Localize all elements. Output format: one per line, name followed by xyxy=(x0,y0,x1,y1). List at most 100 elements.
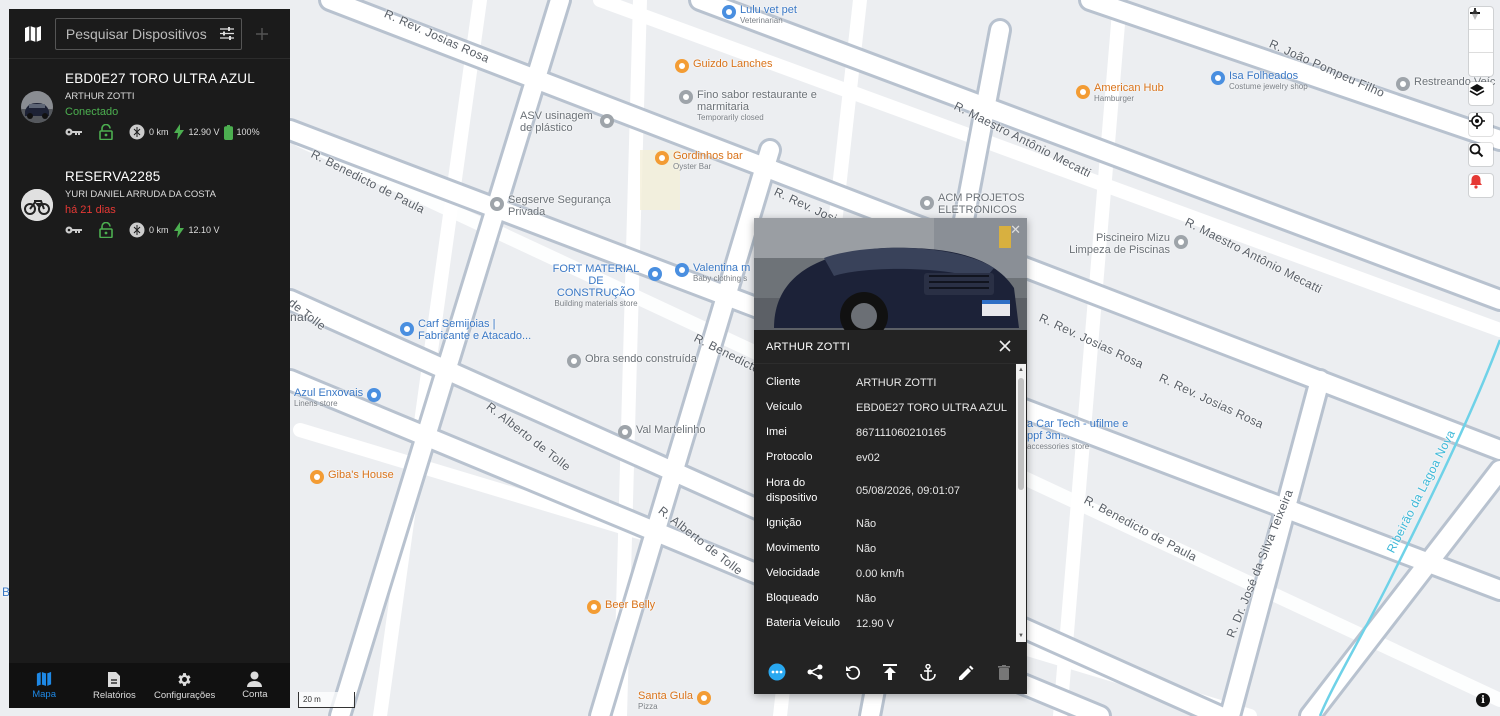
property-key: Bloqueado xyxy=(766,592,819,604)
share-button[interactable] xyxy=(800,657,830,687)
ignition-key-icon xyxy=(65,127,83,137)
poi-pin-icon xyxy=(310,470,324,484)
property-row: Veículo EBD0E27 TORO ULTRA AZUL xyxy=(754,395,1016,420)
alarm-control xyxy=(1469,174,1493,197)
property-row: Bateria Veículo 12.90 V xyxy=(754,611,1016,636)
map-view-button[interactable] xyxy=(17,18,49,50)
device-sidebar: EBD0E27 TORO ULTRA AZUL ARTHUR ZOTTI Con… xyxy=(9,9,290,708)
plus-icon xyxy=(256,27,269,40)
person-icon xyxy=(247,671,263,687)
motorcycle-icon xyxy=(21,189,53,221)
property-value: EBD0E27 TORO ULTRA AZUL xyxy=(856,401,1008,414)
device-properties[interactable]: Cliente ARTHUR ZOTTI Veículo EBD0E27 TORO U… xyxy=(754,364,1027,642)
delete-button[interactable] xyxy=(989,657,1019,687)
popup-actions xyxy=(754,650,1027,694)
report-icon xyxy=(108,671,121,687)
power-bolt-icon xyxy=(173,222,185,238)
device-search-input[interactable] xyxy=(65,25,214,42)
crosshair-icon xyxy=(1469,113,1485,129)
device-name: RESERVA2285 xyxy=(65,169,161,184)
poi-marker[interactable]: Isa Folheados Costume jewelry shop xyxy=(1211,70,1308,91)
poi-marker[interactable]: Beer Belly xyxy=(587,599,655,614)
nav-label: Configurações xyxy=(153,689,216,701)
add-device-button[interactable] xyxy=(242,27,282,40)
ignition-key-icon xyxy=(65,225,83,235)
edit-button[interactable] xyxy=(951,657,981,687)
filter-button[interactable] xyxy=(213,27,241,40)
scroll-up-arrow[interactable]: ▲ xyxy=(1016,364,1026,376)
poi-pin-icon xyxy=(648,267,662,281)
poi-pin-icon xyxy=(400,322,414,336)
poi-marker[interactable]: Valentina m Baby clothing s xyxy=(675,262,750,283)
upload-command-icon xyxy=(883,664,898,680)
poi-marker[interactable]: Obra sendo construída xyxy=(567,353,697,368)
poi-marker[interactable]: Guizdo Lanches xyxy=(675,58,773,73)
tune-filter-icon xyxy=(220,27,235,40)
poi-marker[interactable]: Azul Enxovais Linens store xyxy=(294,387,382,408)
search-map-control xyxy=(1469,143,1493,166)
poi-marker[interactable]: ASV usinagem de plástico xyxy=(520,110,614,134)
locate-button[interactable] xyxy=(1469,113,1493,136)
poi-marker[interactable]: Giba's House xyxy=(310,469,394,484)
map-icon xyxy=(37,671,52,687)
device-list-item[interactable]: EBD0E27 TORO ULTRA AZUL ARTHUR ZOTTI Con… xyxy=(9,59,290,157)
more-info-button[interactable] xyxy=(762,657,792,687)
properties-scrollbar[interactable]: ▲ ▼ xyxy=(1016,364,1026,642)
map-scale: 20 m xyxy=(298,692,355,708)
poi-marker[interactable]: FORT MATERIAL DE CONSTRUÇÃO Building mate… xyxy=(548,263,662,308)
power-bolt-icon xyxy=(173,124,185,140)
property-value: 11 xyxy=(844,636,1016,642)
poi-marker[interactable]: American Hub Hamburger xyxy=(1076,82,1164,103)
poi-marker[interactable]: Segserve Segurança Privada xyxy=(490,194,618,218)
poi-marker[interactable]: Gordinhos bar Oyster Bar xyxy=(655,150,743,171)
property-row: Protocolo ev02 xyxy=(754,445,1016,470)
nav-label: Mapa xyxy=(32,689,56,700)
alarm-button[interactable] xyxy=(1469,174,1493,197)
property-key: Imei xyxy=(766,426,787,438)
poi-pin-icon xyxy=(1076,85,1090,99)
map-icon xyxy=(24,25,41,42)
geofence-anchor-button[interactable] xyxy=(913,657,943,687)
device-name: EBD0E27 TORO ULTRA AZUL xyxy=(65,71,255,86)
properties-table: Cliente ARTHUR ZOTTI Veículo EBD0E27 TORO U… xyxy=(754,370,1016,642)
property-key: Sátelites xyxy=(754,636,844,642)
poi-marker[interactable]: Piscineiro Mizu Limpeza de Piscinas xyxy=(1064,232,1188,256)
send-command-button[interactable] xyxy=(875,657,905,687)
poi-pin-icon xyxy=(587,600,601,614)
property-key: Ignição xyxy=(766,517,802,529)
device-search-box xyxy=(54,17,243,50)
attribution-info-icon[interactable]: i xyxy=(1476,693,1490,707)
poi-pin-icon xyxy=(1396,77,1410,91)
device-indicators: 0 km 12.10 V xyxy=(65,221,290,239)
poi-marker[interactable]: Santa Gula Pizza xyxy=(638,690,712,711)
nav-tab-settings[interactable]: Configurações xyxy=(150,663,220,708)
scroll-thumb[interactable] xyxy=(1018,378,1024,490)
poi-pin-icon xyxy=(1174,235,1188,249)
scroll-down-arrow[interactable]: ▼ xyxy=(1016,630,1026,642)
poi-pin-icon xyxy=(655,151,669,165)
close-popup-button[interactable] xyxy=(995,336,1015,357)
nav-label: Relatórios xyxy=(92,689,136,701)
poi-marker[interactable]: Fino sabor restaurante e marmitaria Tempo… xyxy=(679,89,827,122)
nav-tab-account[interactable]: Conta xyxy=(220,663,290,708)
device-list-item[interactable]: RESERVA2285 YURI DANIEL ARRUDA DA COSTA … xyxy=(9,157,290,255)
poi-marker[interactable]: a Car Tech - ufilme e ppf 3m... accessori… xyxy=(1027,418,1137,451)
map-search-button[interactable] xyxy=(1469,143,1493,166)
poi-marker[interactable]: ACM PROJETOS ELETRONICOS xyxy=(920,192,1034,216)
poi-marker[interactable]: Lulu vet pet Veterinarian xyxy=(722,4,797,25)
poi-pin-icon xyxy=(675,59,689,73)
nav-tab-reports[interactable]: Relatórios xyxy=(79,663,149,708)
photo-close-icon[interactable]: ✕ xyxy=(1010,222,1021,238)
device-search-bar xyxy=(9,9,290,59)
property-row: Bloqueado Não xyxy=(754,586,1016,611)
poi-pin-icon xyxy=(490,197,504,211)
poi-marker[interactable]: Carf Semijoias | Fabricante e Atacado... xyxy=(400,318,536,342)
device-voltage: 12.10 V xyxy=(188,225,220,235)
replay-button[interactable] xyxy=(838,657,868,687)
nav-tab-map[interactable]: Mapa xyxy=(9,663,79,708)
layers-button[interactable] xyxy=(1469,82,1493,105)
device-info-popup: ✕ ARTHUR ZOTTI Cliente ARTHUR ZOTTI Veícul… xyxy=(754,218,1027,694)
compass-button[interactable] xyxy=(1469,8,1493,76)
poi-marker[interactable]: Val Martelinho xyxy=(618,424,706,439)
zoom-out-button[interactable] xyxy=(1469,12,1493,53)
